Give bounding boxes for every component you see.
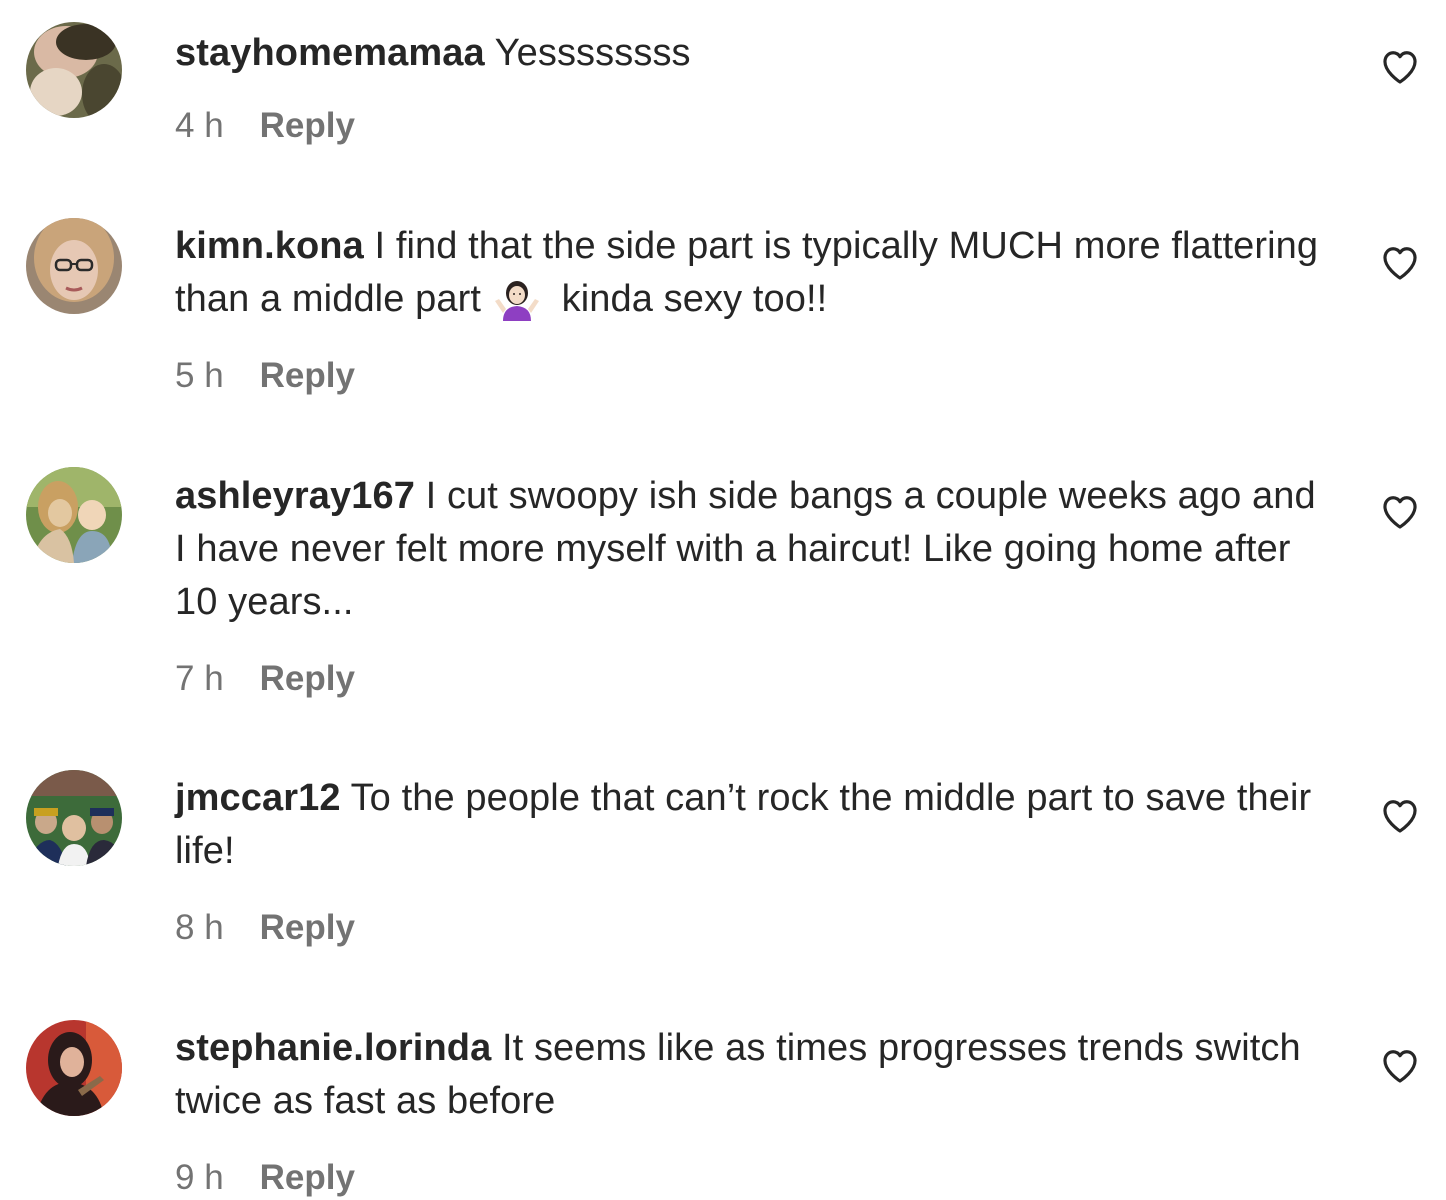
comment-username[interactable]: stephanie.lorinda: [175, 1027, 491, 1069]
comment-time: 5 h: [175, 356, 224, 395]
comment-text: stayhomemamaa Yessssssss: [175, 27, 1325, 80]
avatar[interactable]: [26, 467, 122, 563]
comment-meta: 8 h Reply: [175, 906, 1325, 950]
avatar-photo: [26, 218, 122, 314]
comment-text: ashleyray167 I cut swoopy ish side bangs…: [175, 470, 1325, 629]
comment-username[interactable]: stayhomemamaa: [175, 32, 485, 74]
avatar-photo: [26, 467, 122, 563]
person-shrugging-emoji: [495, 281, 539, 321]
reply-button[interactable]: Reply: [260, 659, 355, 698]
comment-time: 9 h: [175, 1158, 224, 1197]
comment-body-end: kinda sexy too!!: [551, 278, 828, 320]
comment-username[interactable]: ashleyray167: [175, 475, 415, 517]
reply-button[interactable]: Reply: [260, 106, 355, 145]
heart-outline-icon[interactable]: [1381, 245, 1419, 281]
comment-meta: 7 h Reply: [175, 657, 1325, 701]
avatar[interactable]: [26, 22, 122, 118]
comment-meta: 4 h Reply: [175, 104, 1325, 148]
comment-text: stephanie.lorinda It seems like as times…: [175, 1022, 1325, 1128]
comment-username[interactable]: kimn.kona: [175, 225, 364, 267]
comment-meta: 5 h Reply: [175, 354, 1325, 398]
avatar[interactable]: [26, 218, 122, 314]
comment-time: 8 h: [175, 908, 224, 947]
comment-body: Yessssssss: [484, 32, 691, 74]
avatar[interactable]: [26, 770, 122, 866]
comment-text: kimn.kona I find that the side part is t…: [175, 220, 1325, 326]
avatar[interactable]: [26, 1020, 122, 1116]
comment-body: To the people that can’t rock the middle…: [175, 777, 1312, 872]
heart-outline-icon[interactable]: [1381, 494, 1419, 530]
comment-text: jmccar12 To the people that can’t rock t…: [175, 772, 1325, 878]
comment-time: 4 h: [175, 106, 224, 145]
reply-button[interactable]: Reply: [260, 356, 355, 395]
avatar-photo: [26, 1020, 122, 1116]
reply-button[interactable]: Reply: [260, 1158, 355, 1197]
heart-outline-icon[interactable]: [1381, 49, 1419, 85]
comment-meta: 9 h Reply: [175, 1156, 1325, 1200]
comment-time: 7 h: [175, 659, 224, 698]
heart-outline-icon[interactable]: [1381, 798, 1419, 834]
comment-username[interactable]: jmccar12: [175, 777, 341, 819]
avatar-photo: [26, 770, 122, 866]
heart-outline-icon[interactable]: [1381, 1048, 1419, 1084]
reply-button[interactable]: Reply: [260, 908, 355, 947]
avatar-photo: [26, 22, 122, 118]
